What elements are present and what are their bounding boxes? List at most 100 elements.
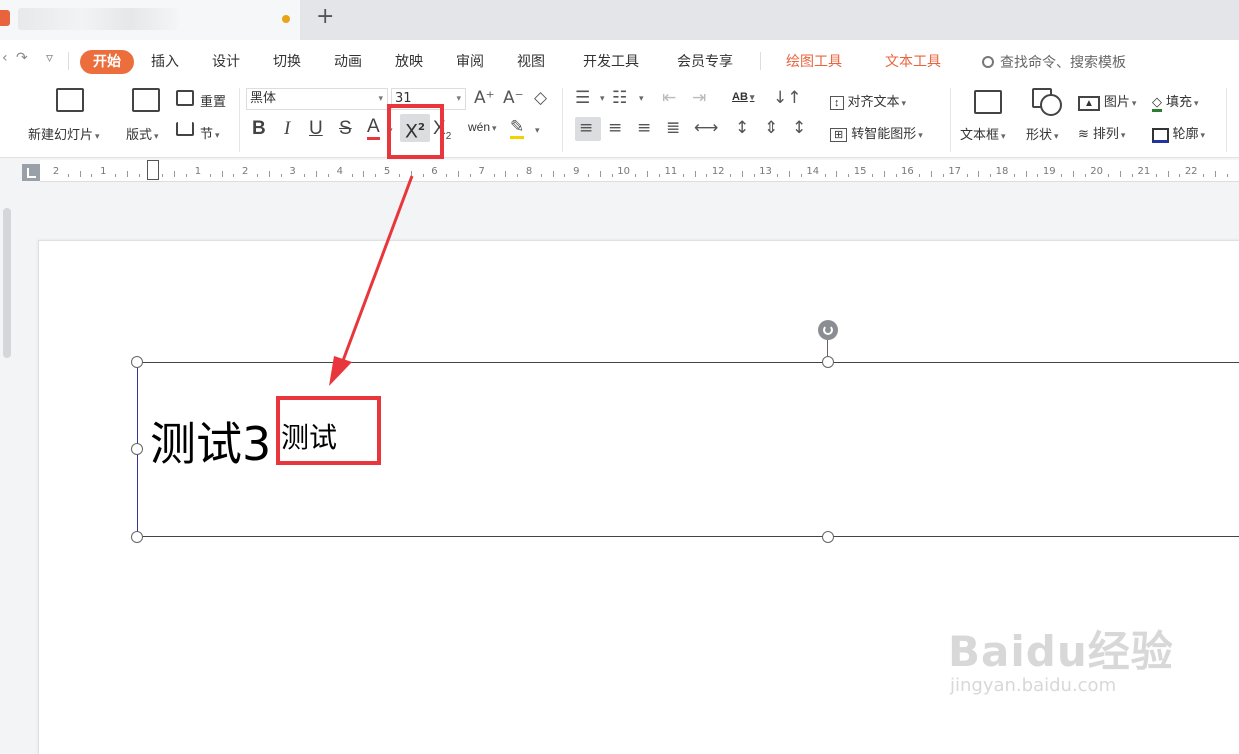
ruler-tick [871, 174, 873, 177]
indent-marker-icon[interactable] [146, 160, 159, 180]
section-button[interactable]: 节 ▾ [200, 123, 220, 142]
ruler-tick [1061, 174, 1063, 177]
tab-insert[interactable]: 插入 [138, 50, 192, 74]
tab-design[interactable]: 设计 [199, 50, 253, 74]
italic-button[interactable]: I [284, 118, 290, 140]
tab-slideshow[interactable]: 放映 [382, 50, 436, 74]
undo-arrow-icon[interactable]: ‹ [2, 50, 8, 66]
clear-format-icon[interactable]: ◇ [534, 88, 547, 108]
ruler-tick [138, 174, 140, 177]
picture-icon: ▲ [1078, 96, 1100, 111]
increase-indent-icon[interactable]: ⇥ [692, 88, 706, 108]
ruler-label: 5 [383, 166, 391, 177]
ruler-tick [836, 171, 838, 177]
ruler-tick [848, 174, 850, 177]
fill-label: 填充 [1166, 94, 1193, 109]
numbered-list-icon[interactable]: ☷ [612, 88, 627, 108]
font-color-button[interactable]: A [367, 117, 380, 140]
strikethrough-button[interactable]: S [339, 118, 352, 140]
pinyin-label: wén [468, 120, 491, 134]
blurred-document-title [18, 8, 178, 30]
watermark: Baidu经验 jingyan.baidu.com [948, 618, 1174, 696]
ruler-tick [753, 174, 755, 177]
resize-handle-bottom-left[interactable] [131, 531, 143, 543]
group-divider [1226, 88, 1227, 152]
picture-button[interactable]: ▲ 图片 ▾ [1078, 91, 1136, 111]
ruler-tick [682, 174, 684, 177]
tab-text-tools[interactable]: 文本工具 [872, 50, 954, 74]
ruler-tick [1132, 174, 1134, 177]
tab-home[interactable]: 开始 [80, 50, 134, 74]
sort-icon[interactable]: ↓↑ [773, 88, 802, 108]
ruler-tick [517, 174, 519, 177]
resize-handle-top-middle[interactable] [822, 356, 834, 368]
reset-button[interactable]: 重置 [200, 91, 226, 110]
outline-icon [1152, 128, 1169, 143]
ruler-label: 13 [759, 166, 772, 177]
tab-view[interactable]: 视图 [504, 50, 558, 74]
unsaved-dot-icon [282, 15, 290, 23]
decrease-indent-icon[interactable]: ⇤ [662, 88, 676, 108]
shape-button[interactable]: 形状 ▾ [1026, 124, 1059, 143]
tab-stop-selector[interactable] [22, 164, 40, 181]
fill-button[interactable]: ◇ 填充 ▾ [1152, 91, 1199, 112]
distribute-icon[interactable]: ⟷ [694, 118, 718, 138]
highlight-dropdown-icon[interactable]: ▾ [535, 126, 540, 136]
scrollbar-thumb[interactable] [3, 208, 11, 358]
line-spacing-icon[interactable]: ↕ [735, 118, 749, 138]
fill-icon: ◇ [1152, 94, 1162, 112]
justify-icon[interactable]: ≣ [666, 118, 680, 138]
pinyin-button[interactable]: wén ▾ [468, 120, 497, 134]
underline-button[interactable]: U [309, 118, 323, 140]
ruler-scale[interactable]: 2 1 1 2 3 4 5 6 7 8 9 10 11 12 13 14 15 16 17 18 19 20 21 22 [40, 160, 1239, 182]
ruler-tick [1167, 171, 1169, 177]
command-search[interactable]: 查找命令、搜索模板 [982, 52, 1126, 72]
group-divider [950, 88, 951, 152]
menu-bar: ‹ ↷ ▿ 开始 插入 设计 切换 动画 放映 审阅 视图 开发工具 会员专享 … [0, 40, 1239, 80]
resize-handle-middle-left[interactable] [131, 443, 143, 455]
text-direction-button[interactable]: AB ▾ [732, 91, 754, 103]
ruler-label: 8 [525, 166, 533, 177]
tab-review[interactable]: 审阅 [443, 50, 497, 74]
new-slide-button[interactable]: 新建幻灯片 ▾ [28, 124, 100, 143]
resize-handle-top-left[interactable] [131, 356, 143, 368]
slide-main-text[interactable]: 测试3 [150, 414, 271, 474]
outline-button[interactable]: 轮廓 ▾ [1152, 123, 1205, 143]
arrange-button[interactable]: ≋ 排列 ▾ [1078, 123, 1125, 142]
ruler-label: 1 [194, 166, 202, 177]
ruler-tick [126, 171, 128, 177]
spacing-menu-icon[interactable]: ↕ [792, 118, 806, 138]
tab-drawing-tools[interactable]: 绘图工具 [773, 50, 855, 74]
align-center-icon[interactable]: ≡ [608, 118, 622, 138]
tab-developer-tools[interactable]: 开发工具 [570, 50, 652, 74]
layout-button[interactable]: 版式 ▾ [126, 124, 159, 143]
align-left-icon[interactable]: ≡ [579, 118, 593, 138]
font-name-select[interactable]: 黑体 ▾ [246, 88, 388, 110]
textbox-button[interactable]: 文本框 ▾ [960, 124, 1006, 143]
highlight-icon[interactable]: ✎ [510, 118, 525, 139]
ruler-tick [895, 174, 897, 177]
vertical-scrollbar[interactable] [0, 184, 16, 754]
align-right-icon[interactable]: ≡ [637, 118, 651, 138]
numbered-list-dropdown-icon[interactable]: ▾ [639, 94, 644, 104]
resize-handle-bottom-middle[interactable] [822, 531, 834, 543]
redo-icon[interactable]: ↷ [16, 50, 28, 66]
tab-member[interactable]: 会员专享 [664, 50, 746, 74]
ruler-tick [493, 174, 495, 177]
ruler-tick [1025, 171, 1027, 177]
paragraph-spacing-icon[interactable]: ⇕ [764, 118, 778, 138]
rotate-handle-icon[interactable] [818, 320, 838, 340]
increase-font-icon[interactable]: A⁺ [474, 88, 495, 108]
new-tab-button[interactable]: + [316, 4, 334, 29]
bullet-list-dropdown-icon[interactable]: ▾ [600, 94, 605, 104]
bullet-list-icon[interactable]: ☰ [575, 88, 590, 108]
bold-button[interactable]: B [252, 118, 266, 140]
quick-access-dropdown-icon[interactable]: ▿ [46, 50, 53, 66]
tab-animation[interactable]: 动画 [321, 50, 375, 74]
smart-shape-button[interactable]: ⊞ 转智能图形 ▾ [830, 123, 923, 142]
tab-strip: + [0, 0, 1239, 40]
align-text-button[interactable]: ↕ 对齐文本 ▾ [830, 91, 906, 110]
tab-transition[interactable]: 切换 [260, 50, 314, 74]
document-tab[interactable] [0, 0, 300, 40]
decrease-font-icon[interactable]: A⁻ [503, 88, 524, 108]
